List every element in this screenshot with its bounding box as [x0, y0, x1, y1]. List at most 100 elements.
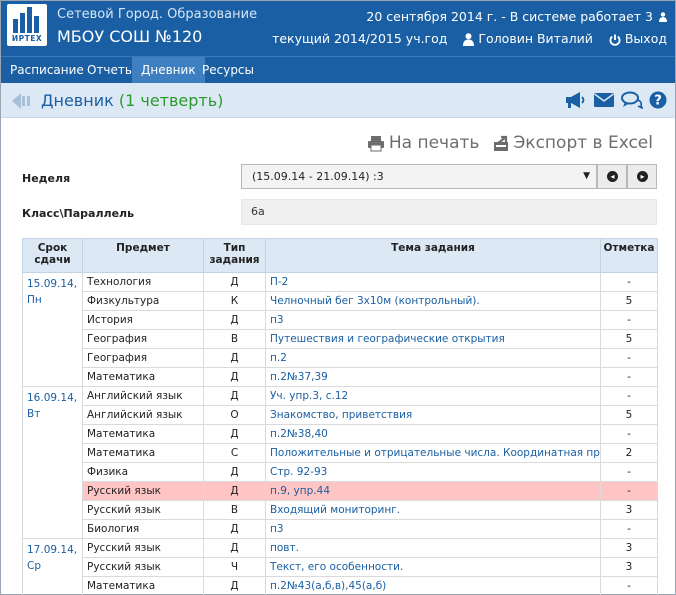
subject-cell: Английский язык	[82, 405, 204, 425]
table-row: Русский язык Ч Текст, его особенности. 3	[23, 557, 658, 577]
topic-link[interactable]: Уч. упр.3, с.12	[265, 386, 601, 406]
logout-button[interactable]: Выход	[609, 31, 667, 46]
user-name: Головин Виталий	[478, 31, 593, 46]
due-date: 16.09.14,	[27, 392, 78, 404]
topic-link[interactable]: п.2№43(а,б,в),45(а,б)	[265, 576, 601, 595]
type-cell: Д	[203, 348, 266, 368]
power-icon	[609, 34, 621, 46]
subject-cell: Биология	[82, 519, 204, 539]
chat-icon[interactable]	[621, 91, 643, 109]
quarter-label: (1 четверть)	[118, 91, 224, 110]
export-label: Экспорт в Excel	[513, 133, 653, 153]
topic-link[interactable]: Стр. 92-93	[265, 462, 601, 482]
print-button[interactable]: На печать	[367, 133, 480, 153]
subject-cell: Математика	[82, 443, 204, 463]
subject-cell: Математика	[82, 576, 204, 595]
subject-cell: История	[82, 310, 204, 330]
topic-link[interactable]: П-2	[265, 272, 601, 292]
logo-bars-icon	[13, 7, 41, 33]
type-cell: К	[203, 291, 266, 311]
subject-cell: Математика	[82, 424, 204, 444]
week-value: (15.09.14 - 21.09.14) :3	[252, 170, 384, 183]
export-excel-button[interactable]: Экспорт в Excel	[493, 133, 653, 153]
action-bar: На печать Экспорт в Excel	[367, 133, 653, 153]
mark-cell: -	[600, 519, 658, 539]
type-cell: С	[203, 443, 266, 463]
topic-link[interactable]: Текст, его особенности.	[265, 557, 601, 577]
topic-link[interactable]: п3	[265, 519, 601, 539]
col-header-type: Тип задания	[203, 238, 266, 273]
topic-link[interactable]: п.2№38,40	[265, 424, 601, 444]
mail-icon[interactable]	[593, 91, 615, 109]
logo[interactable]: ИРТЕХ	[7, 4, 47, 46]
col-header-subject: Предмет	[82, 238, 204, 273]
nav-item-resources[interactable]: Ресурсы	[193, 57, 263, 84]
topic-link[interactable]: Положительные и отрицательные числа. Коо…	[265, 443, 601, 463]
due-date-cell[interactable]: 17.09.14, Ср	[22, 538, 83, 595]
mark-cell: 5	[600, 405, 658, 425]
print-label: На печать	[388, 133, 480, 153]
type-cell: О	[203, 405, 266, 425]
topic-link[interactable]: Путешествия и географические открытия	[265, 329, 601, 349]
mark-cell: 3	[600, 538, 658, 558]
user-icon	[463, 33, 475, 46]
subject-cell: Русский язык	[82, 500, 204, 520]
status-line: 20 сентября 2014 г. - В системе работает…	[366, 9, 667, 24]
school-year[interactable]: текущий 2014/2015 уч.год	[272, 31, 447, 46]
class-field: 6а	[241, 199, 657, 225]
topic-link[interactable]: Входящий мониторинг.	[265, 500, 601, 520]
due-date-cell[interactable]: 15.09.14, Пн	[22, 272, 83, 387]
mark-cell: -	[600, 576, 658, 595]
subject-cell: География	[82, 348, 204, 368]
header-icons: ?	[565, 91, 667, 109]
type-cell: В	[203, 500, 266, 520]
topic-link[interactable]: п.2	[265, 348, 601, 368]
mark-cell: -	[600, 386, 658, 406]
caret-down-icon: ▼	[583, 171, 590, 181]
help-icon[interactable]: ?	[649, 91, 667, 109]
col-header-date: Срок сдачи	[22, 238, 83, 273]
mark-cell: 5	[600, 291, 658, 311]
page-header: Дневник (1 четверть) ?	[1, 83, 675, 118]
col-header-mark: Отметка	[600, 238, 658, 273]
table-row: Физика Д Стр. 92-93-	[23, 462, 658, 482]
prev-week-button[interactable]: ◂	[597, 164, 627, 189]
back-arrow-icon[interactable]	[11, 92, 35, 110]
table-row: История Дп3-	[23, 310, 658, 330]
class-label: Класс\Параллель	[22, 207, 135, 220]
week-select[interactable]: (15.09.14 - 21.09.14) :3 ▼	[241, 164, 597, 189]
topic-link[interactable]: Челночный бег 3х10м (контрольный).	[265, 291, 601, 311]
topic-link[interactable]: Знакомство, приветствия	[265, 405, 601, 425]
week-label: Неделя	[22, 172, 71, 185]
mark-cell: 5	[600, 329, 658, 349]
table-row: Математика Дп.2№43(а,б,в),45(а,б) -	[23, 576, 658, 595]
school-title: МБОУ СОШ №120	[57, 27, 203, 46]
user-bar: текущий 2014/2015 уч.год Головин Виталий…	[272, 31, 667, 46]
topic-link[interactable]: п3	[265, 310, 601, 330]
mark-cell: 3	[600, 557, 658, 577]
table-row: Физкультура К Челночный бег 3х10м (контрол…	[23, 291, 658, 311]
table-row: 16.09.14, Вт Английский язык Д Уч. упр.3, с.…	[22, 386, 658, 539]
mark-cell: -	[600, 462, 658, 482]
megaphone-icon[interactable]	[565, 91, 587, 109]
user-menu[interactable]: Головин Виталий	[463, 31, 593, 46]
subject-cell: Физкультура	[82, 291, 204, 311]
type-cell: Д	[203, 519, 266, 539]
next-week-button[interactable]: ▸	[627, 164, 657, 189]
diary-table: Срок сдачи Предмет Тип задания Тема зада…	[22, 238, 658, 595]
table-row: 17.09.14, Ср Русский язык Дповт. 3	[22, 538, 658, 595]
mark-cell: 2	[600, 443, 658, 463]
topic-link[interactable]: п.2№37,39	[265, 367, 601, 387]
type-cell: Д	[203, 386, 266, 406]
table-row: Русский язык Дп.9, упр.44-	[23, 481, 658, 501]
subject-cell: Русский язык	[82, 538, 204, 558]
subject-cell: Технология	[82, 272, 204, 292]
topic-link[interactable]: п.9, упр.44	[265, 481, 601, 501]
due-date-cell[interactable]: 16.09.14, Вт	[22, 386, 83, 539]
logo-text: ИРТЕХ	[11, 34, 43, 43]
topic-link[interactable]: повт.	[265, 538, 601, 558]
subject-cell: Физика	[82, 462, 204, 482]
type-cell: Д	[203, 424, 266, 444]
table-header-row: Срок сдачи Предмет Тип задания Тема зада…	[22, 238, 658, 273]
main-nav: Расписание Отчеты Дневник Ресурсы	[1, 56, 675, 84]
